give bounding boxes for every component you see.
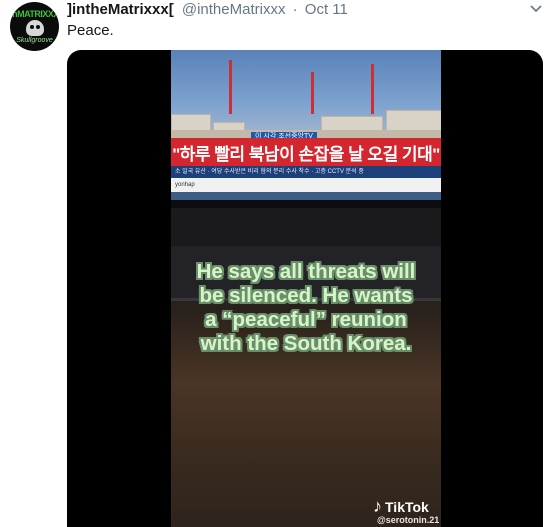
tweet-text: Peace.	[67, 22, 114, 39]
tv-flagpole	[229, 60, 232, 114]
avatar[interactable]: inMATRIXXX Skullgroove	[10, 2, 59, 51]
tiktok-watermark: ♪ TikTok	[373, 496, 429, 517]
tiktok-label: TikTok	[385, 498, 429, 515]
skull-icon	[25, 19, 44, 36]
tv-flagpole	[311, 72, 314, 114]
tv-flagpole	[371, 64, 374, 114]
avatar-subtext: Skullgroove	[16, 36, 53, 44]
tiktok-username: @serotonin.21	[377, 515, 440, 525]
tv-screen: 이 시각 조선중앙TV "하루 빨리 북남이 손잡을 날 오길 기대" 소 일국…	[171, 50, 441, 200]
user-handle[interactable]: @intheMatrixxx	[182, 1, 286, 18]
avatar-text: inMATRIXXX	[10, 8, 59, 19]
tiktok-logo-icon: ♪	[373, 496, 382, 516]
tv-frame	[171, 200, 441, 208]
video-caption: He says all threats will be silenced. He…	[196, 260, 416, 355]
tweet-header: ]intheMatrixxx[ @intheMatrixxx · Oct 11	[67, 1, 348, 21]
chevron-down-icon[interactable]	[528, 2, 544, 16]
tv-ticker: 소 일국 유산 · 여당 수사받은 비리 혐의 분리 수사 착수 · 고층 CC…	[171, 166, 441, 178]
timestamp[interactable]: Oct 11	[305, 1, 348, 18]
tv-banner: "하루 빨리 북남이 손잡을 날 오길 기대"	[171, 138, 441, 166]
separator-dot: ·	[292, 1, 298, 18]
tv-logo: yonhap	[171, 178, 441, 192]
media-container[interactable]: 이 시각 조선중앙TV "하루 빨리 북남이 손잡을 날 오길 기대" 소 일국…	[67, 50, 543, 527]
video-player[interactable]: 이 시각 조선중앙TV "하루 빨리 북남이 손잡을 날 오길 기대" 소 일국…	[171, 50, 441, 527]
display-name[interactable]: ]intheMatrixxx[	[67, 1, 174, 18]
